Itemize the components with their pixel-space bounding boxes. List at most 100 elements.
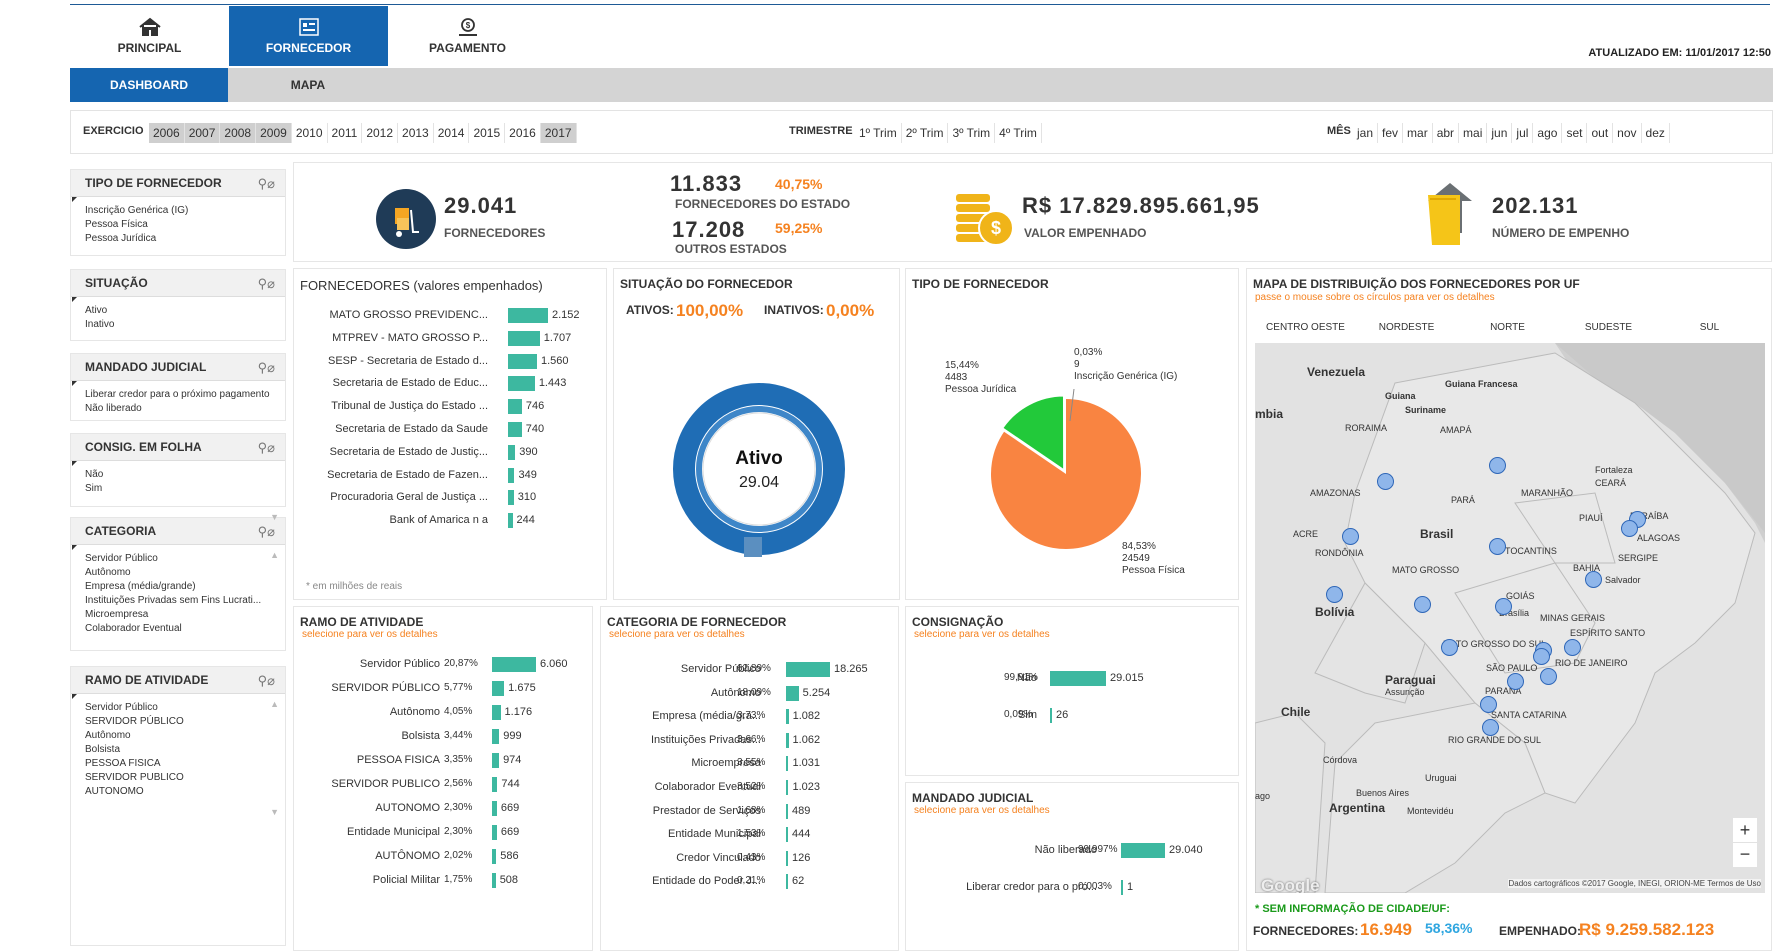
bar-mark[interactable]	[508, 467, 515, 483]
situacao-donut[interactable]: Ativo 29.04	[669, 379, 849, 559]
tab-mapa[interactable]: MAPA	[228, 68, 388, 102]
bar-mark[interactable]	[786, 662, 830, 677]
year-option-2008[interactable]: 2008	[220, 123, 257, 143]
filter-item[interactable]: SERVIDOR PÚBLICO	[85, 715, 285, 729]
filter-item[interactable]: Não	[85, 468, 285, 482]
bar-mark[interactable]	[492, 681, 505, 696]
map-marker[interactable]	[1482, 719, 1499, 736]
region-tab[interactable]: NORDESTE	[1356, 319, 1457, 337]
bar-mark[interactable]	[786, 850, 788, 866]
filter-item[interactable]: Instituições Privadas sem Fins Lucrati..…	[85, 594, 285, 608]
trimestre-option-1[interactable]: 1º Trim	[855, 123, 902, 143]
bar-mark[interactable]	[492, 705, 501, 720]
month-option-mar[interactable]: mar	[1403, 123, 1433, 143]
filter-item[interactable]: Servidor Público	[85, 701, 285, 715]
bar-mark[interactable]	[786, 874, 788, 890]
scroll-up-icon[interactable]: ▲	[270, 699, 279, 709]
map-marker[interactable]	[1564, 639, 1581, 656]
map-canvas[interactable]: Venezuela Guiana Guiana Francesa Suriname RO…	[1255, 343, 1765, 893]
tab-principal[interactable]: PRINCIPAL	[70, 6, 229, 66]
filter-item[interactable]: Autônomo	[85, 729, 285, 743]
map-marker[interactable]	[1489, 457, 1506, 474]
month-option-out[interactable]: out	[1587, 123, 1614, 143]
bar-mark[interactable]	[508, 490, 514, 506]
tipo-pie[interactable]: 0,03% 9 Inscrição Genérica (IG) 15,44% 4…	[906, 269, 1240, 601]
month-option-set[interactable]: set	[1562, 123, 1588, 143]
map-marker[interactable]	[1533, 648, 1550, 665]
search-icon[interactable]: ⚲⌀	[258, 518, 275, 545]
year-option-2016[interactable]: 2016	[505, 123, 541, 143]
bar-mark[interactable]	[508, 330, 540, 346]
bar-mark[interactable]	[492, 873, 496, 888]
month-option-nov[interactable]: nov	[1613, 123, 1642, 143]
map-marker[interactable]	[1377, 473, 1394, 490]
filter-item[interactable]: Sim	[85, 482, 285, 496]
search-icon[interactable]: ⚲⌀	[258, 434, 275, 461]
year-option-2006[interactable]: 2006	[149, 123, 185, 143]
map-marker[interactable]	[1495, 598, 1512, 615]
filter-item[interactable]: Bolsista	[85, 743, 285, 757]
trimestre-option-4[interactable]: 4º Trim	[995, 123, 1042, 143]
filter-item[interactable]: Empresa (média/grande)	[85, 580, 285, 594]
filter-item[interactable]: Inscrição Genérica (IG)	[85, 204, 285, 218]
bar-mark[interactable]	[786, 803, 788, 819]
bar-mark[interactable]	[508, 399, 522, 415]
bar-mark[interactable]	[1050, 671, 1106, 686]
search-icon[interactable]: ⚲⌀	[258, 270, 275, 297]
month-option-jan[interactable]: jan	[1353, 123, 1379, 143]
year-option-2012[interactable]: 2012	[362, 123, 399, 143]
trimestre-option-3[interactable]: 3º Trim	[948, 123, 996, 143]
bar-mark[interactable]	[492, 657, 536, 672]
bar-mark[interactable]	[508, 353, 537, 369]
map-marker[interactable]	[1507, 673, 1524, 690]
bar-mark[interactable]	[786, 709, 789, 725]
month-option-jul[interactable]: jul	[1512, 123, 1534, 143]
search-icon[interactable]: ⚲⌀	[258, 354, 275, 381]
bar-mark[interactable]	[1121, 843, 1165, 858]
filter-item[interactable]: Microempresa	[85, 608, 285, 622]
region-tab[interactable]: CENTRO OESTE	[1255, 319, 1356, 337]
search-icon[interactable]: ⚲⌀	[258, 667, 275, 694]
map-marker[interactable]	[1441, 639, 1458, 656]
year-option-2007[interactable]: 2007	[184, 123, 221, 143]
bar-mark[interactable]	[1121, 880, 1123, 895]
filter-item[interactable]: Pessoa Física	[85, 218, 285, 232]
bar-mark[interactable]	[786, 827, 788, 843]
map-marker[interactable]	[1326, 586, 1343, 603]
map-marker[interactable]	[1585, 571, 1602, 588]
bar-mark[interactable]	[492, 777, 498, 792]
bar-mark[interactable]	[508, 513, 513, 529]
filter-item[interactable]: Não liberado	[85, 402, 285, 416]
zoom-out-button[interactable]: −	[1733, 843, 1757, 867]
filter-item[interactable]: Autônomo	[85, 566, 285, 580]
bar-mark[interactable]	[508, 422, 522, 437]
map-marker[interactable]	[1342, 528, 1359, 545]
year-option-2014[interactable]: 2014	[434, 123, 470, 143]
map-marker[interactable]	[1480, 696, 1497, 713]
bar-mark[interactable]	[786, 780, 789, 795]
filter-item[interactable]: Servidor Público	[85, 552, 285, 566]
filter-item[interactable]: Ativo	[85, 304, 285, 318]
tab-fornecedor[interactable]: FORNECEDOR	[229, 6, 388, 66]
bar-mark[interactable]	[786, 732, 789, 748]
filter-item[interactable]: Liberar credor para o próximo pagamento	[85, 388, 285, 402]
tab-pagamento[interactable]: $ PAGAMENTO	[388, 6, 547, 66]
year-option-2011[interactable]: 2011	[328, 123, 363, 143]
map-marker[interactable]	[1540, 668, 1557, 685]
filter-item[interactable]: Colaborador Eventual	[85, 622, 285, 636]
map-marker[interactable]	[1489, 538, 1506, 555]
scroll-up-icon[interactable]: ▲	[270, 550, 279, 560]
bar-mark[interactable]	[786, 756, 789, 772]
filter-item[interactable]: AUTONOMO	[85, 785, 285, 799]
bar-mark[interactable]	[786, 685, 799, 701]
scroll-down-icon[interactable]: ▼	[270, 807, 279, 817]
bar-mark[interactable]	[1050, 708, 1052, 723]
tab-dashboard[interactable]: DASHBOARD	[70, 68, 228, 102]
search-icon[interactable]: ⚲⌀	[258, 170, 275, 197]
filter-item[interactable]: Pessoa Jurídica	[85, 232, 285, 246]
bar-mark[interactable]	[508, 376, 535, 392]
year-option-2015[interactable]: 2015	[469, 123, 506, 143]
zoom-in-button[interactable]: +	[1733, 818, 1757, 842]
filter-item[interactable]: PESSOA FISICA	[85, 757, 285, 771]
bar-mark[interactable]	[492, 825, 497, 840]
